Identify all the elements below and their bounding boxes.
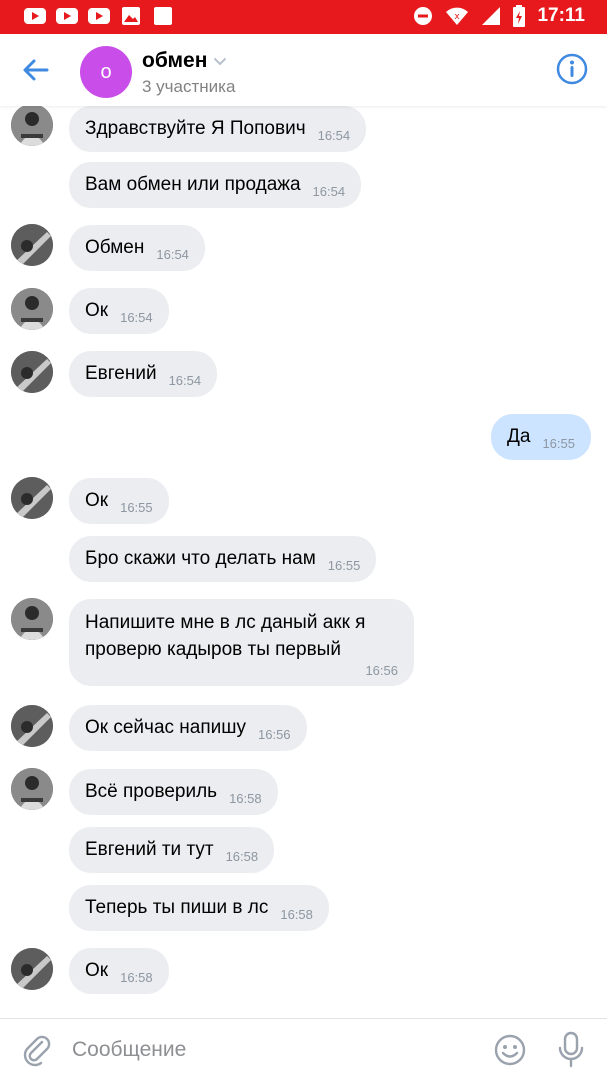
user-avatar[interactable]	[11, 224, 53, 266]
message-time: 16:58	[280, 906, 313, 922]
message-time: 16:54	[317, 127, 351, 143]
gallery-icon	[122, 7, 140, 25]
square-icon	[154, 7, 172, 25]
message-bubble[interactable]: Ок 16:54	[69, 288, 169, 334]
message-bubble[interactable]: Ок 16:55	[69, 478, 169, 524]
user-avatar[interactable]	[11, 948, 53, 990]
emoji-icon[interactable]	[493, 1033, 527, 1067]
message-bubble[interactable]: Бро скажи что делать нам 16:55	[69, 536, 377, 582]
signal-icon	[482, 7, 501, 25]
chat-title: обмен	[142, 49, 208, 72]
user-avatar[interactable]	[11, 768, 53, 810]
message-time: 16:58	[225, 848, 259, 864]
system-icons: x 17:11	[413, 5, 585, 27]
message-list[interactable]: Здравствуйте Я Попович 16:54 Вам обмен и…	[0, 106, 607, 1018]
message-text: Обмен	[85, 237, 145, 258]
message-input[interactable]	[72, 1027, 472, 1073]
status-bar: x 17:11	[0, 0, 607, 34]
message-text: Теперь ты пиши в лс	[85, 897, 269, 918]
notification-icons	[24, 7, 174, 25]
message-text: Напишите мне в лс даный акк я проверю ка…	[85, 612, 366, 660]
message-text: Вам обмен или продажа	[85, 174, 301, 195]
message-bubble[interactable]: Обмен 16:54	[69, 225, 205, 271]
message-bubble[interactable]: Вам обмен или продажа 16:54	[69, 162, 362, 208]
message-text: Здравствуйте Я Попович	[85, 118, 306, 139]
message-bubble[interactable]: Здравствуйте Я Попович 16:54	[69, 106, 367, 152]
wifi-icon: x	[446, 7, 469, 25]
message-text: Ок сейчас напишу	[85, 717, 246, 738]
message-bubble[interactable]: Евгений 16:54	[69, 351, 218, 397]
svg-text:x: x	[455, 12, 461, 22]
microphone-icon[interactable]	[556, 1031, 586, 1069]
chevron-down-icon	[214, 58, 227, 66]
message-bubble[interactable]: Теперь ты пиши в лс 16:58	[69, 885, 329, 931]
message-bubble-outgoing[interactable]: Да 16:55	[491, 414, 591, 460]
user-avatar[interactable]	[11, 705, 53, 747]
message-time: 16:54	[312, 183, 346, 199]
message-time: 16:55	[542, 435, 575, 451]
message-time: 16:58	[229, 790, 262, 806]
paperclip-icon[interactable]	[20, 1033, 54, 1067]
message-time: 16:55	[120, 499, 153, 515]
youtube-icon	[88, 8, 110, 24]
clock: 17:11	[537, 5, 585, 26]
user-avatar[interactable]	[11, 477, 53, 519]
message-text: Всё провериль	[85, 781, 218, 802]
message-time: 16:54	[168, 372, 202, 388]
user-avatar[interactable]	[11, 598, 53, 640]
message-composer	[0, 1018, 607, 1080]
message-bubble[interactable]: Евгений ти тут 16:58	[69, 827, 275, 873]
chat-subtitle: 3 участника	[142, 77, 236, 96]
info-icon[interactable]	[555, 52, 589, 86]
user-avatar[interactable]	[11, 288, 53, 330]
chat-header: о обмен 3 участника	[0, 34, 607, 106]
youtube-icon	[56, 8, 78, 24]
battery-icon	[513, 5, 526, 27]
message-bubble[interactable]: Ок 16:58	[69, 948, 169, 994]
chat-avatar[interactable]: о	[80, 46, 132, 98]
message-text: Ок	[85, 300, 109, 321]
message-text: Бро скажи что делать нам	[85, 548, 316, 569]
back-arrow-icon[interactable]	[20, 54, 52, 86]
message-text: Евгений ти тут	[85, 839, 214, 860]
message-time: 16:56	[258, 726, 291, 742]
dnd-icon	[414, 7, 433, 25]
message-text: Ок	[85, 490, 109, 511]
message-text: Ок	[85, 960, 109, 981]
message-time: 16:54	[156, 246, 189, 262]
user-avatar[interactable]	[11, 106, 53, 146]
user-avatar[interactable]	[11, 351, 53, 393]
message-bubble[interactable]: Ок сейчас напишу 16:56	[69, 705, 307, 751]
message-time: 16:54	[120, 309, 153, 325]
message-text: Евгений	[85, 363, 157, 384]
chat-title-area[interactable]: обмен	[142, 49, 227, 73]
message-bubble[interactable]: Всё провериль 16:58	[69, 769, 278, 815]
message-time: 16:56	[365, 663, 398, 678]
message-time: 16:58	[120, 969, 153, 985]
message-text: Да	[507, 426, 531, 447]
message-bubble[interactable]: Напишите мне в лс даный акк я проверю ка…	[69, 599, 414, 686]
message-time: 16:55	[327, 557, 361, 573]
youtube-icon	[24, 8, 46, 24]
